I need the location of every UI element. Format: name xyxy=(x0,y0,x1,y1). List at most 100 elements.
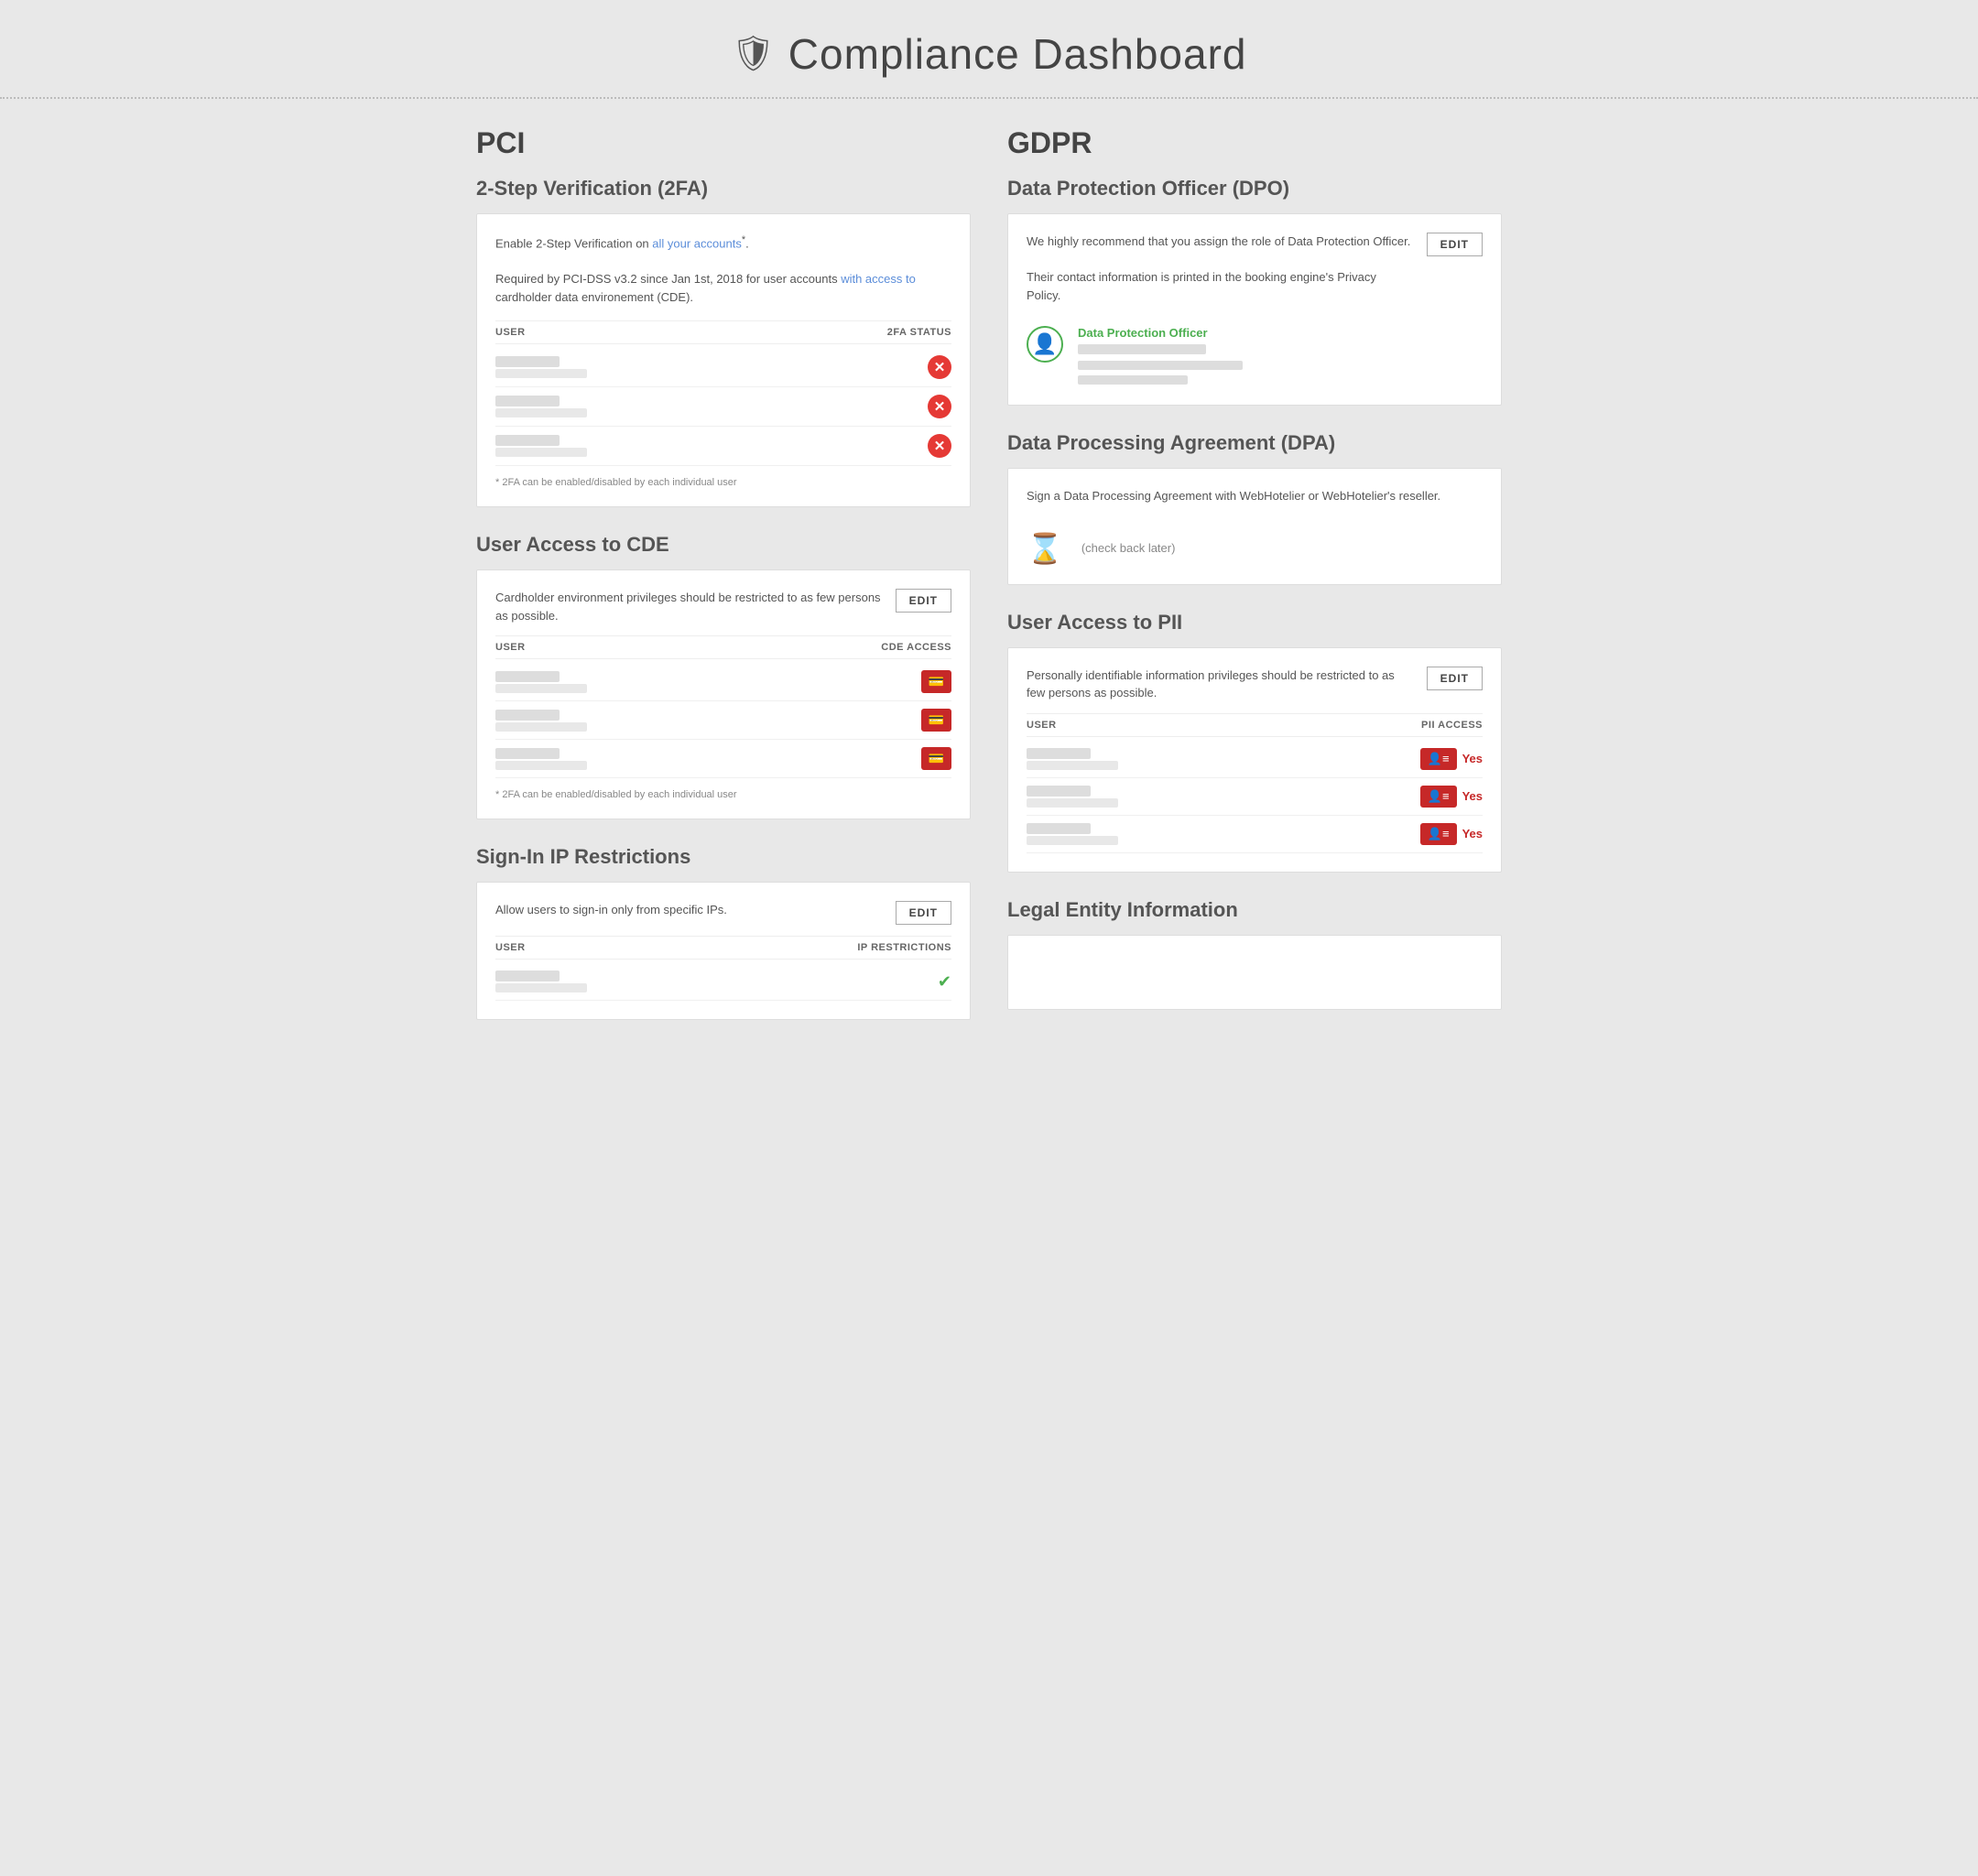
user-sub-blur xyxy=(495,448,587,457)
user-sub-blur xyxy=(1027,761,1118,770)
ip-section-heading: Sign-In IP Restrictions xyxy=(476,845,971,869)
dpo-name-blur xyxy=(1078,344,1206,354)
cde-desc: Cardholder environment privileges should… xyxy=(495,589,881,624)
main-content: PCI 2-Step Verification (2FA) Enable 2-S… xyxy=(440,126,1538,1062)
ip-edit-button[interactable]: EDIT xyxy=(896,901,951,925)
user-cell xyxy=(495,671,587,693)
user-name-blur xyxy=(495,396,560,407)
pii-col-access: PII ACCESS xyxy=(1421,720,1483,731)
cde-col-user: USER xyxy=(495,642,526,653)
pii-yes-label: Yes xyxy=(1462,789,1483,803)
twofa-status-x: ✕ xyxy=(928,395,951,418)
dpo-card-top: We highly recommend that you assign the … xyxy=(1027,233,1483,304)
ip-col-restrictions: IP RESTRICTIONS xyxy=(857,942,951,953)
table-row: ✕ xyxy=(495,348,951,387)
cde-section-heading: User Access to CDE xyxy=(476,533,971,557)
table-row: ✕ xyxy=(495,387,951,427)
user-cell xyxy=(1027,786,1118,808)
pci-column: PCI 2-Step Verification (2FA) Enable 2-S… xyxy=(476,126,989,1025)
dpo-info: Data Protection Officer xyxy=(1078,326,1243,386)
dpa-waiting-row: ⌛ (check back later) xyxy=(1027,520,1483,566)
dpo-loc-blur xyxy=(1078,375,1188,385)
user-cell xyxy=(495,435,587,457)
pii-access-icon: 👤≡ xyxy=(1420,823,1457,845)
user-name-blur xyxy=(1027,748,1091,759)
dpo-role-label: Data Protection Officer xyxy=(1078,326,1243,340)
cde-footnote: * 2FA can be enabled/disabled by each in… xyxy=(495,789,951,800)
dpo-card: We highly recommend that you assign the … xyxy=(1007,213,1502,406)
pii-yes-indicator: 👤≡ Yes xyxy=(1420,786,1483,808)
table-row: 👤≡ Yes xyxy=(1027,778,1483,816)
hourglass-icon: ⌛ xyxy=(1027,531,1063,566)
user-name-blur xyxy=(495,435,560,446)
page-title: Compliance Dashboard xyxy=(788,29,1247,79)
twofa-status-x: ✕ xyxy=(928,434,951,458)
pii-yes-label: Yes xyxy=(1462,827,1483,840)
cde-access-icon: 💳 xyxy=(921,709,951,732)
twofa-highlight2: with access to xyxy=(841,272,916,286)
pii-desc: Personally identifiable information priv… xyxy=(1027,667,1412,702)
pii-card-top: Personally identifiable information priv… xyxy=(1027,667,1483,702)
dpo-avatar: 👤 xyxy=(1027,326,1063,363)
page-header: 🛡 Compliance Dashboard xyxy=(0,0,1978,99)
cde-access-icon: 💳 xyxy=(921,670,951,693)
pii-edit-button[interactable]: EDIT xyxy=(1427,667,1483,690)
dpa-desc: Sign a Data Processing Agreement with We… xyxy=(1027,487,1483,505)
twofa-section-heading: 2-Step Verification (2FA) xyxy=(476,177,971,201)
pii-section-heading: User Access to PII xyxy=(1007,611,1502,634)
cde-col-access: CDE ACCESS xyxy=(881,642,951,653)
user-name-blur xyxy=(495,710,560,721)
cde-edit-button[interactable]: EDIT xyxy=(896,589,951,613)
dpo-edit-button[interactable]: EDIT xyxy=(1427,233,1483,256)
dpa-section-heading: Data Processing Agreement (DPA) xyxy=(1007,431,1502,455)
user-cell xyxy=(495,971,587,992)
user-cell xyxy=(495,396,587,417)
user-name-blur xyxy=(495,971,560,981)
user-sub-blur xyxy=(1027,836,1118,845)
gdpr-column: GDPR Data Protection Officer (DPO) We hi… xyxy=(989,126,1502,1025)
ip-status-icon: ✔ xyxy=(938,972,951,992)
user-cell xyxy=(495,356,587,378)
pii-yes-indicator: 👤≡ Yes xyxy=(1420,823,1483,845)
user-sub-blur xyxy=(495,722,587,732)
dpa-card: Sign a Data Processing Agreement with We… xyxy=(1007,468,1502,585)
pii-access-icon: 👤≡ xyxy=(1420,786,1457,808)
cde-card: Cardholder environment privileges should… xyxy=(476,569,971,819)
dpo-desc-p2: Their contact information is printed in … xyxy=(1027,268,1412,304)
dpo-person-row: 👤 Data Protection Officer xyxy=(1027,315,1483,386)
table-row: 💳 xyxy=(495,701,951,740)
table-row: 👤≡ Yes xyxy=(1027,816,1483,853)
user-cell xyxy=(495,748,587,770)
user-cell xyxy=(1027,748,1118,770)
ip-table-header: USER IP RESTRICTIONS xyxy=(495,936,951,960)
table-row: 👤≡ Yes xyxy=(1027,741,1483,778)
twofa-col-user: USER xyxy=(495,327,526,338)
twofa-card: Enable 2-Step Verification on all your a… xyxy=(476,213,971,507)
dpo-desc-p1: We highly recommend that you assign the … xyxy=(1027,233,1412,251)
user-sub-blur xyxy=(495,408,587,417)
user-name-blur xyxy=(495,356,560,367)
pii-card: Personally identifiable information priv… xyxy=(1007,647,1502,873)
table-row: 💳 xyxy=(495,663,951,701)
table-row: ✕ xyxy=(495,427,951,466)
twofa-col-status: 2FA STATUS xyxy=(887,327,951,338)
user-sub-blur xyxy=(1027,798,1118,808)
user-name-blur xyxy=(1027,823,1091,834)
table-row: ✔ xyxy=(495,963,951,1001)
cde-access-icon: 💳 xyxy=(921,747,951,770)
ip-card-top: Allow users to sign-in only from specifi… xyxy=(495,901,951,925)
user-sub-blur xyxy=(495,983,587,992)
twofa-highlight1: all your accounts xyxy=(652,236,742,250)
pii-yes-indicator: 👤≡ Yes xyxy=(1420,748,1483,770)
twofa-status-x: ✕ xyxy=(928,355,951,379)
twofa-desc: Enable 2-Step Verification on all your a… xyxy=(495,233,951,306)
pci-column-title: PCI xyxy=(476,126,971,160)
pii-yes-label: Yes xyxy=(1462,752,1483,765)
user-cell xyxy=(495,710,587,732)
user-name-blur xyxy=(495,748,560,759)
cde-table-header: USER CDE ACCESS xyxy=(495,635,951,659)
shield-icon: 🛡 xyxy=(732,34,776,74)
twofa-table-header: USER 2FA STATUS xyxy=(495,320,951,344)
ip-card: Allow users to sign-in only from specifi… xyxy=(476,882,971,1020)
legal-card xyxy=(1007,935,1502,1010)
